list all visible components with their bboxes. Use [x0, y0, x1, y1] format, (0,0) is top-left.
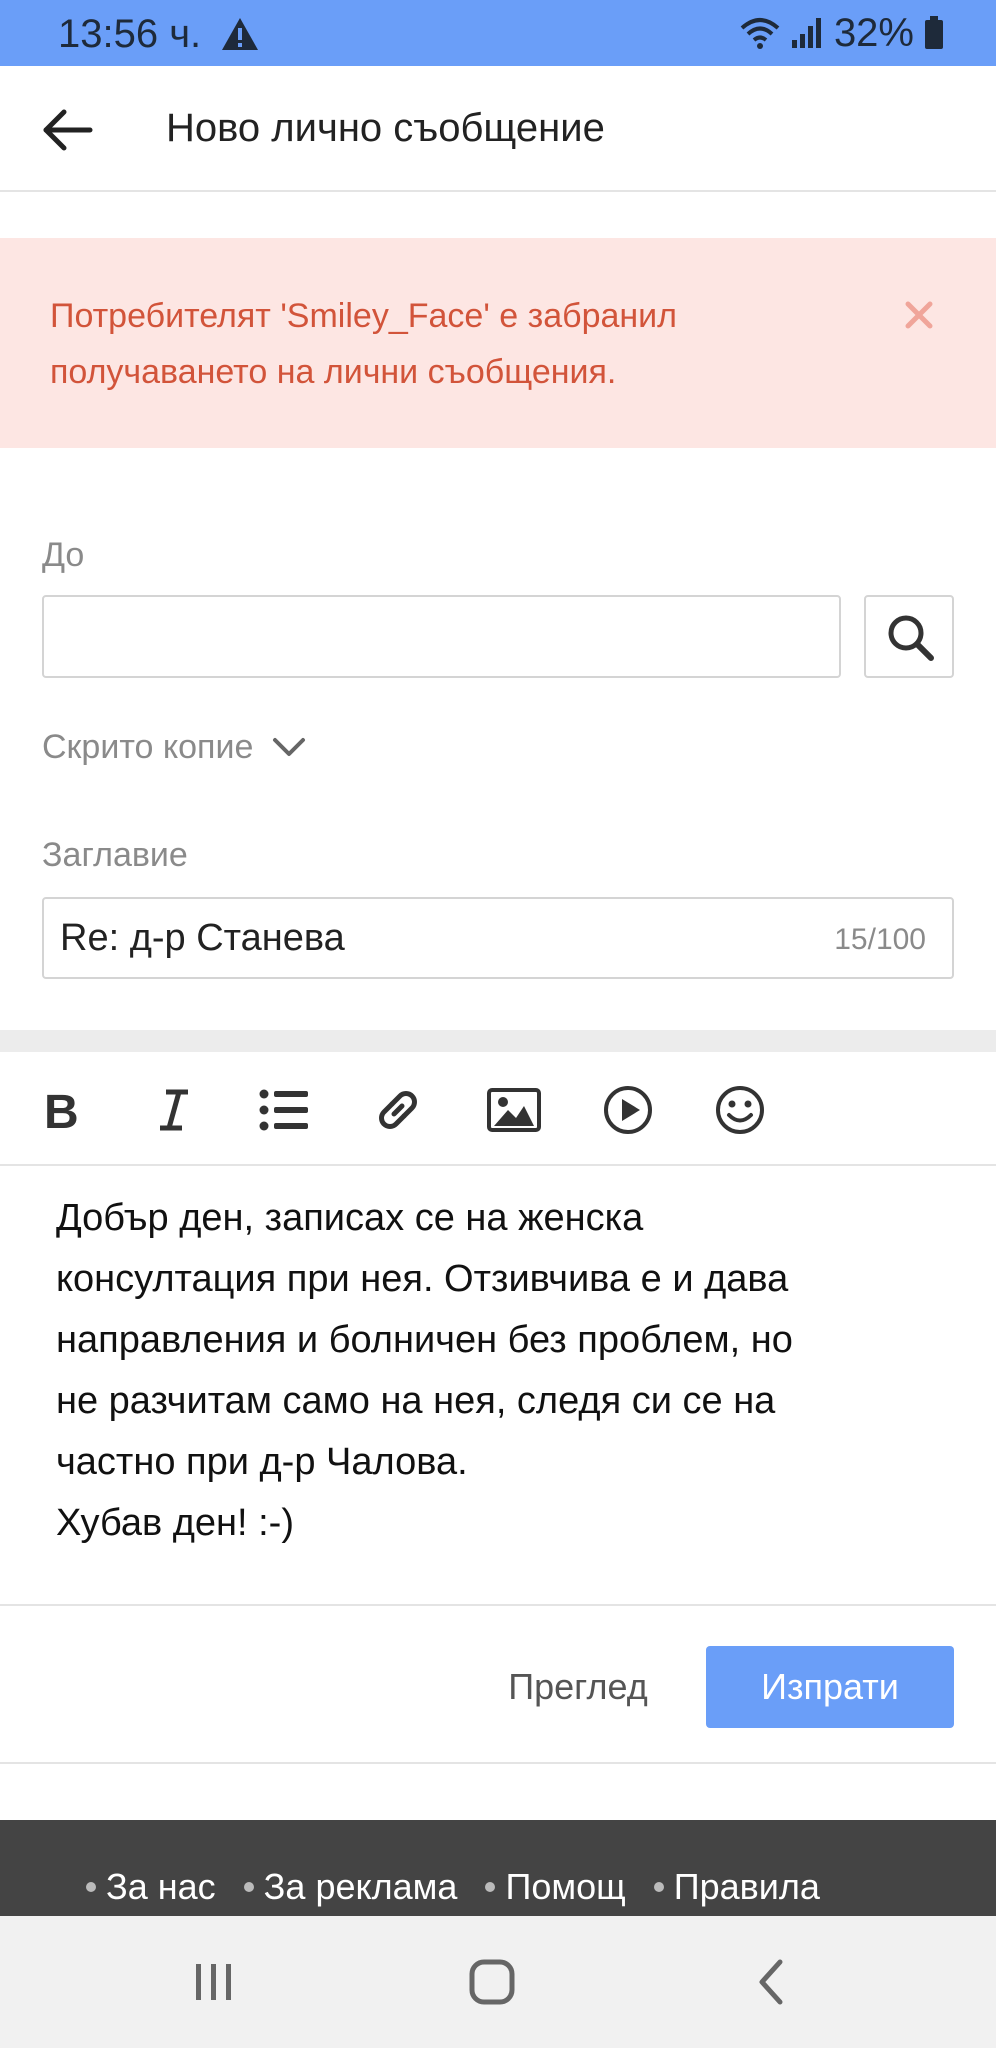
bold-icon[interactable]: B [34, 1082, 90, 1138]
recent-apps-icon[interactable] [184, 1952, 244, 2012]
send-button[interactable]: Изпрати [706, 1646, 954, 1728]
editor-toolbar: B [0, 1052, 996, 1166]
signal-icon [791, 18, 821, 48]
home-icon[interactable] [462, 1952, 522, 2012]
emoji-icon[interactable] [712, 1082, 768, 1138]
subject-value: Re: д-р Станева [60, 917, 345, 959]
bullet-dot [243, 1882, 254, 1892]
message-body[interactable]: Добър ден, записах се на женска консулта… [56, 1188, 936, 1554]
bullet-dot [485, 1882, 496, 1892]
italic-icon[interactable] [146, 1082, 202, 1138]
to-input[interactable] [42, 595, 841, 678]
bullet-list-icon[interactable] [256, 1082, 312, 1138]
bullet-dot [86, 1882, 96, 1892]
error-alert: Потребителят 'Smiley_Face' е забранил по… [0, 238, 996, 448]
footer-link-advertising[interactable]: За реклама [243, 1866, 457, 1908]
bullet-dot [653, 1882, 664, 1892]
bcc-toggle[interactable]: Скрито копие [42, 728, 307, 767]
section-divider [0, 1030, 996, 1052]
status-time: 13:56 ч. [58, 12, 202, 56]
subject-counter: 15/100 [834, 923, 926, 956]
bcc-label: Скрито копие [42, 728, 254, 766]
site-footer: За нас За реклама Помощ Правила [0, 1820, 996, 1916]
to-label: До [42, 536, 85, 574]
subject-label: Заглавие [42, 836, 188, 874]
footer-link-rules[interactable]: Правила [653, 1866, 820, 1908]
search-button[interactable] [864, 595, 954, 678]
app-bar: Ново лично съобщение [0, 66, 996, 192]
warning-icon [222, 18, 258, 50]
battery-percent: 32% [833, 10, 914, 55]
battery-icon [925, 16, 943, 49]
subject-input[interactable]: Re: д-р Станева 15/100 [42, 897, 954, 979]
footer-link-help[interactable]: Помощ [485, 1866, 626, 1908]
system-nav-bar [0, 1916, 996, 2048]
footer-link-about[interactable]: За нас [86, 1866, 216, 1908]
page-title: Ново лично съобщение [166, 106, 605, 150]
link-icon[interactable] [370, 1082, 426, 1138]
image-icon[interactable] [486, 1082, 542, 1138]
form-actions: Преглед Изпрати [0, 1606, 996, 1764]
close-icon[interactable] [902, 298, 936, 332]
chevron-down-icon [273, 737, 306, 756]
svg-text:B: B [44, 1086, 79, 1138]
search-icon [888, 615, 934, 661]
preview-button[interactable]: Преглед [478, 1646, 678, 1728]
alert-message: Потребителят 'Smiley_Face' е забранил по… [50, 297, 678, 391]
status-bar: 13:56 ч. 32% [0, 0, 996, 66]
arrow-left-icon[interactable] [40, 102, 96, 158]
video-icon[interactable] [600, 1082, 656, 1138]
back-icon[interactable] [742, 1952, 802, 2012]
wifi-icon [740, 18, 780, 49]
